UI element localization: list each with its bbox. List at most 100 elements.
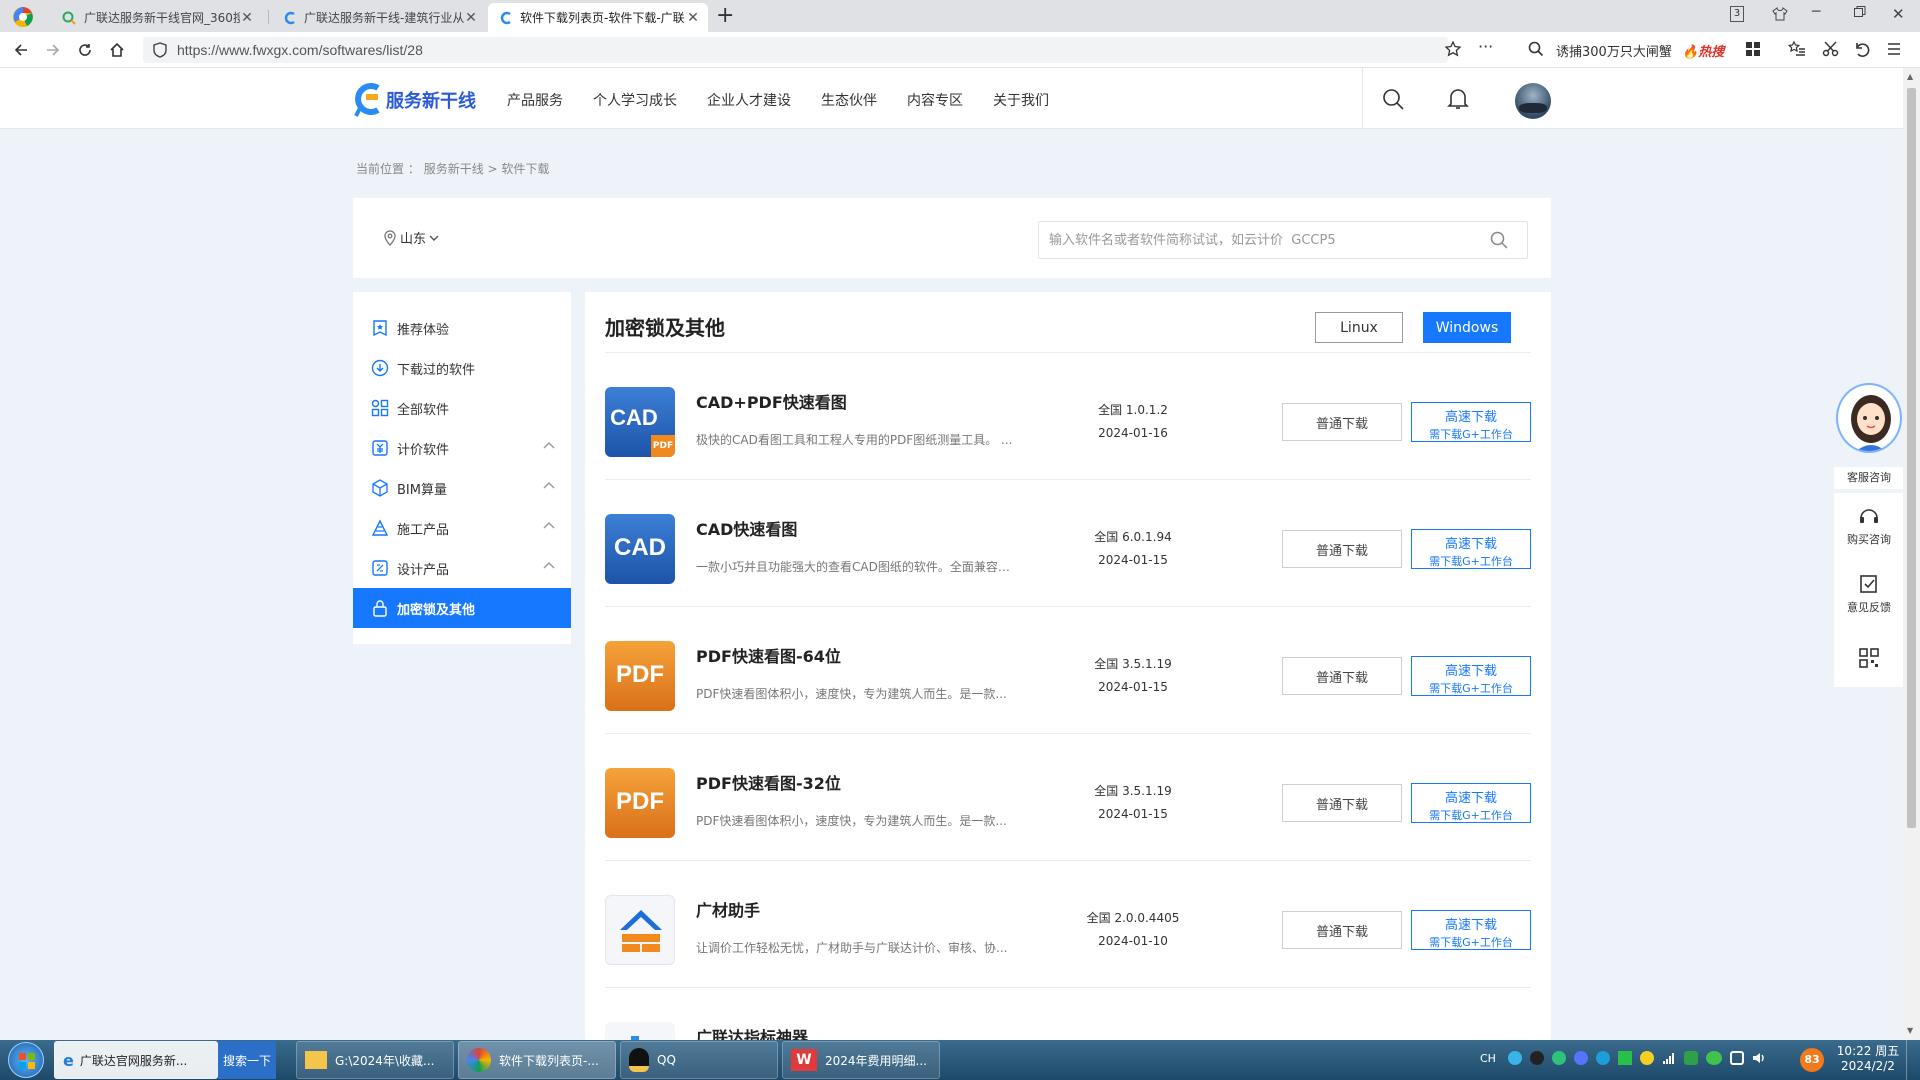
cad-viewer-icon[interactable]: CAD — [605, 514, 675, 584]
software-name[interactable]: CAD快速看图 — [696, 516, 797, 540]
tray-app-icon[interactable] — [1574, 1051, 1588, 1065]
chevron-up-icon[interactable] — [543, 522, 555, 530]
tray-app-icon[interactable] — [1618, 1051, 1632, 1065]
tab-count-badge[interactable]: 3 — [1730, 6, 1744, 22]
nav-partners[interactable]: 生态伙伴 — [821, 90, 877, 110]
star-bookmark-icon[interactable] — [1445, 41, 1461, 57]
browser-tab-3-active[interactable]: 软件下载列表页-软件下载-广联… ✕ — [488, 3, 708, 32]
user-avatar[interactable] — [1515, 83, 1551, 119]
apps-grid-icon[interactable] — [1745, 41, 1761, 57]
window-close-icon[interactable]: ✕ — [1892, 5, 1905, 23]
region-selector[interactable]: 山东 — [383, 228, 439, 247]
chevron-up-icon[interactable] — [543, 482, 555, 490]
software-name[interactable]: PDF快速看图-64位 — [696, 643, 841, 667]
sidebar-item-pricing[interactable]: 计价软件 — [353, 428, 571, 468]
pdf-viewer-icon[interactable]: PDF — [605, 641, 675, 711]
tray-app-icon[interactable] — [1508, 1051, 1522, 1065]
nav-content[interactable]: 内容专区 — [907, 90, 963, 110]
sidebar-item-all[interactable]: 全部软件 — [353, 388, 571, 428]
scroll-down-icon[interactable]: ▼ — [1907, 1026, 1913, 1035]
browser-tab-2[interactable]: 广联达服务新干线-建筑行业从… ✕ — [272, 3, 486, 32]
site-logo-icon[interactable] — [352, 82, 384, 118]
nav-personal-growth[interactable]: 个人学习成长 — [593, 90, 677, 110]
search-submit-icon[interactable] — [1490, 231, 1508, 249]
chevron-up-icon[interactable] — [543, 562, 555, 570]
tray-app-icon[interactable] — [1640, 1051, 1654, 1065]
start-button[interactable] — [8, 1042, 44, 1078]
browser-logo-icon[interactable] — [12, 6, 34, 28]
shirt-skin-icon[interactable] — [1772, 6, 1788, 22]
software-name[interactable]: CAD+PDF快速看图 — [696, 389, 847, 413]
normal-download-button[interactable]: 普通下载 — [1282, 403, 1402, 441]
sidebar-item-bim[interactable]: BIM算量 — [353, 468, 571, 508]
taskbar-browser[interactable]: 软件下载列表页-... — [458, 1041, 616, 1079]
normal-download-button[interactable]: 普通下载 — [1282, 530, 1402, 568]
undo-icon[interactable] — [1853, 40, 1871, 58]
new-tab-button[interactable]: + — [716, 3, 734, 29]
tray-app-icon[interactable] — [1552, 1051, 1566, 1065]
tray-app-icon[interactable] — [1596, 1051, 1610, 1065]
browser-tab-1[interactable]: 广联达服务新干线官网_360搜… ✕ — [50, 3, 262, 32]
network-signal-icon[interactable] — [1662, 1051, 1676, 1065]
qrcode-button[interactable] — [1834, 633, 1904, 687]
os-filter-linux[interactable]: Linux — [1315, 312, 1403, 343]
fast-download-button[interactable]: 高速下载 需下载G+工作台 — [1411, 402, 1531, 442]
site-logo-text[interactable]: 服务新干线 — [386, 87, 476, 113]
more-dots-icon[interactable]: ··· — [1478, 37, 1493, 56]
software-name[interactable]: PDF快速看图-32位 — [696, 770, 841, 794]
os-filter-windows[interactable]: Windows — [1423, 312, 1511, 343]
tray-badge[interactable]: 83 — [1800, 1048, 1824, 1072]
customer-service-button[interactable]: 客服咨询 — [1834, 383, 1904, 489]
wechat-icon[interactable] — [1706, 1051, 1722, 1065]
tab-close-icon[interactable]: ✕ — [240, 10, 254, 26]
nav-enterprise-talent[interactable]: 企业人才建设 — [707, 90, 791, 110]
shield-security-icon[interactable] — [153, 42, 167, 58]
cad-pdf-viewer-icon[interactable]: CAD PDF — [605, 387, 675, 457]
search-icon[interactable] — [1528, 41, 1544, 57]
fast-download-button[interactable]: 高速下载 需下载G+工作台 — [1411, 529, 1531, 569]
sidebar-item-lock-other[interactable]: 加密锁及其他 — [353, 588, 571, 628]
purchase-consult-button[interactable]: 购买咨询 — [1834, 493, 1904, 563]
notification-bell-icon[interactable] — [1447, 87, 1469, 111]
chevron-up-icon[interactable] — [543, 442, 555, 450]
taskbar-ie-search[interactable]: e 广联达官网服务新... — [54, 1041, 218, 1079]
fast-download-button[interactable]: 高速下载 需下载G+工作台 — [1411, 656, 1531, 696]
sidebar-item-downloaded[interactable]: 下载过的软件 — [353, 348, 571, 388]
material-assistant-icon[interactable] — [605, 895, 675, 965]
minimize-icon[interactable]: ─ — [1812, 4, 1820, 20]
vpn-shield-icon[interactable] — [1730, 1051, 1744, 1065]
breadcrumb-home-link[interactable]: 服务新干线 — [424, 162, 484, 176]
scroll-up-icon[interactable]: ▲ — [1907, 72, 1913, 81]
tray-app-icon[interactable] — [1530, 1051, 1544, 1065]
taskbar-wps[interactable]: W 2024年费用明细... — [782, 1041, 940, 1079]
volume-icon[interactable] — [1752, 1051, 1766, 1065]
tab-close-icon[interactable]: ✕ — [464, 10, 478, 26]
normal-download-button[interactable]: 普通下载 — [1282, 784, 1402, 822]
tab-close-icon[interactable]: ✕ — [686, 10, 700, 26]
address-bar[interactable]: https://www.fwxgx.com/softwares/list/28 … — [143, 37, 1493, 63]
software-search-input[interactable] — [1038, 221, 1528, 259]
menu-icon[interactable] — [1886, 41, 1902, 57]
nav-products[interactable]: 产品服务 — [507, 90, 563, 110]
fast-download-button[interactable]: 高速下载 需下载G+工作台 — [1411, 783, 1531, 823]
feedback-button[interactable]: 意见反馈 — [1834, 563, 1904, 633]
hot-search-text[interactable]: 诱捕300万只大闸蟹 — [1556, 41, 1672, 60]
restore-icon[interactable] — [1854, 6, 1866, 18]
back-arrow-icon[interactable] — [11, 40, 31, 60]
sidebar-item-construction[interactable]: 施工产品 — [353, 508, 571, 548]
pdf-viewer-icon[interactable]: PDF — [605, 768, 675, 838]
clock[interactable]: 10:22 周五 2024/2/2 — [1836, 1044, 1900, 1074]
normal-download-button[interactable]: 普通下载 — [1282, 911, 1402, 949]
forward-arrow-icon[interactable] — [43, 40, 63, 60]
normal-download-button[interactable]: 普通下载 — [1282, 657, 1402, 695]
sidebar-item-design[interactable]: 设计产品 — [353, 548, 571, 588]
taskbar-explorer[interactable]: G:\2024年\收藏... — [296, 1041, 454, 1079]
ime-indicator[interactable]: CH — [1480, 1052, 1496, 1065]
header-search-icon[interactable] — [1382, 88, 1404, 110]
page-scrollbar[interactable]: ▲ ▼ — [1903, 68, 1920, 1040]
show-desktop-button[interactable] — [1906, 1040, 1920, 1080]
url-text[interactable]: https://www.fwxgx.com/softwares/list/28 — [177, 42, 423, 58]
favorites-list-icon[interactable] — [1788, 40, 1806, 58]
software-name[interactable]: 广材助手 — [696, 897, 760, 921]
scissors-icon[interactable] — [1822, 40, 1840, 58]
